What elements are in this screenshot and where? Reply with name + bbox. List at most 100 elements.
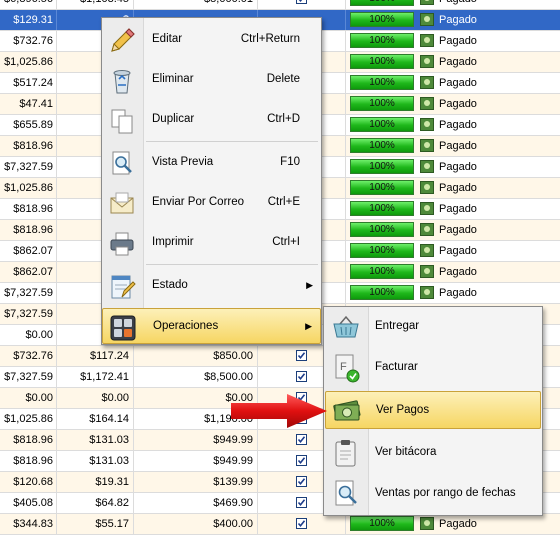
recycle-bin-icon xyxy=(108,67,136,95)
table-cell: $818.96 xyxy=(0,430,57,450)
submenu-item-ventas-por-rango[interactable]: Ventas por rango de fechas xyxy=(325,475,541,513)
table-cell: $7,327.59 xyxy=(0,304,57,324)
table-cell: $117.24 xyxy=(57,346,134,366)
progress-bar: 100% xyxy=(350,243,414,258)
status-text: Pagado xyxy=(439,119,477,131)
progress-bar: 100% xyxy=(350,264,414,279)
progress-bar: 100% xyxy=(350,201,414,216)
checkbox[interactable] xyxy=(296,518,307,529)
checkbox[interactable] xyxy=(296,371,307,382)
progress-bar: 100% xyxy=(350,117,414,132)
paid-money-icon xyxy=(420,139,434,152)
status-text: Pagado xyxy=(439,518,477,530)
progress-cell: 100% xyxy=(346,241,418,261)
table-cell: $732.76 xyxy=(0,346,57,366)
progress-cell: 100% xyxy=(346,0,418,9)
progress-cell: 100% xyxy=(346,262,418,282)
table-cell: $120.68 xyxy=(0,472,57,492)
status-text: Pagado xyxy=(439,224,477,236)
menu-item-operaciones[interactable]: Operaciones ▶ xyxy=(102,308,321,344)
paid-money-icon xyxy=(420,286,434,299)
progress-cell: 100% xyxy=(346,10,418,30)
checkbox-cell xyxy=(258,514,346,534)
progress-bar: 100% xyxy=(350,516,414,531)
table-row[interactable]: $344.83 $55.17 $400.00 100% Pagado xyxy=(0,514,560,535)
status-cell: Pagado xyxy=(418,73,560,93)
pencil-icon xyxy=(108,27,136,55)
progress-cell: 100% xyxy=(346,178,418,198)
table-cell: $47.41 xyxy=(0,94,57,114)
checkbox-cell xyxy=(258,0,346,9)
status-cell: Pagado xyxy=(418,31,560,51)
duplicate-pages-icon xyxy=(108,107,136,135)
table-row[interactable]: $6,896.56$1,103.45$8,000.01 100% Pagado xyxy=(0,0,560,10)
status-cell: Pagado xyxy=(418,157,560,177)
progress-cell: 100% xyxy=(346,31,418,51)
table-cell: $469.90 xyxy=(134,493,258,513)
status-text: Pagado xyxy=(439,14,477,26)
operaciones-submenu: Entregar F Facturar Ver Pagos Ver bitáco… xyxy=(323,306,543,516)
submenu-arrow-icon: ▶ xyxy=(305,321,312,331)
checkbox[interactable] xyxy=(296,497,307,508)
paid-money-icon xyxy=(420,265,434,278)
status-cell: Pagado xyxy=(418,94,560,114)
table-cell: $19.31 xyxy=(57,472,134,492)
checkbox[interactable] xyxy=(296,434,307,445)
paid-money-icon xyxy=(420,181,434,194)
table-cell: $818.96 xyxy=(0,199,57,219)
table-cell: $655.89 xyxy=(0,115,57,135)
table-cell: $0.00 xyxy=(0,325,57,345)
paid-money-icon xyxy=(420,244,434,257)
table-cell: $949.99 xyxy=(134,430,258,450)
table-cell: $400.00 xyxy=(134,514,258,534)
menu-item-imprimir[interactable]: Imprimir Ctrl+I xyxy=(102,225,321,261)
money-icon xyxy=(332,396,362,426)
checkbox[interactable] xyxy=(296,455,307,466)
status-cell: Pagado xyxy=(418,262,560,282)
status-cell: Pagado xyxy=(418,10,560,30)
progress-bar: 100% xyxy=(350,54,414,69)
paid-money-icon xyxy=(420,13,434,26)
status-text: Pagado xyxy=(439,266,477,278)
menu-item-enviar-por-correo[interactable]: Enviar Por Correo Ctrl+E xyxy=(102,185,321,221)
progress-cell: 100% xyxy=(346,157,418,177)
submenu-arrow-icon: ▶ xyxy=(306,280,313,290)
table-cell: $131.03 xyxy=(57,430,134,450)
progress-bar: 100% xyxy=(350,180,414,195)
basket-icon xyxy=(331,312,361,342)
checkbox[interactable] xyxy=(296,350,307,361)
status-text: Pagado xyxy=(439,287,477,299)
submenu-item-facturar[interactable]: F Facturar xyxy=(325,349,541,387)
table-cell: $8,500.00 xyxy=(134,367,258,387)
progress-cell: 100% xyxy=(346,115,418,135)
menu-item-vista-previa[interactable]: Vista Previa F10 xyxy=(102,145,321,181)
table-cell: $55.17 xyxy=(57,514,134,534)
status-cell: Pagado xyxy=(418,514,560,534)
submenu-item-ver-bitacora[interactable]: Ver bitácora xyxy=(325,434,541,472)
progress-bar: 100% xyxy=(350,33,414,48)
submenu-item-ver-pagos[interactable]: Ver Pagos xyxy=(325,391,541,429)
svg-text:F: F xyxy=(340,361,347,373)
paid-money-icon xyxy=(420,517,434,530)
invoice-check-icon: F xyxy=(331,353,361,383)
status-text: Pagado xyxy=(439,56,477,68)
checkbox[interactable] xyxy=(296,476,307,487)
progress-bar: 100% xyxy=(350,12,414,27)
table-cell: $818.96 xyxy=(0,451,57,471)
menu-separator xyxy=(146,141,318,142)
menu-item-estado[interactable]: Estado ▶ xyxy=(102,268,321,304)
submenu-item-entregar[interactable]: Entregar xyxy=(325,308,541,346)
paid-money-icon xyxy=(420,160,434,173)
status-text: Pagado xyxy=(439,203,477,215)
progress-bar: 100% xyxy=(350,159,414,174)
table-cell: $1,103.45 xyxy=(57,0,134,9)
menu-item-editar[interactable]: Editar Ctrl+Return xyxy=(102,22,321,58)
clipboard-icon xyxy=(331,438,361,468)
table-cell: $818.96 xyxy=(0,136,57,156)
menu-separator xyxy=(146,264,318,265)
checkbox[interactable] xyxy=(296,0,307,4)
menu-item-duplicar[interactable]: Duplicar Ctrl+D xyxy=(102,102,321,138)
table-cell: $7,327.59 xyxy=(0,283,57,303)
menu-item-eliminar[interactable]: Eliminar Delete xyxy=(102,62,321,98)
progress-cell: 100% xyxy=(346,73,418,93)
